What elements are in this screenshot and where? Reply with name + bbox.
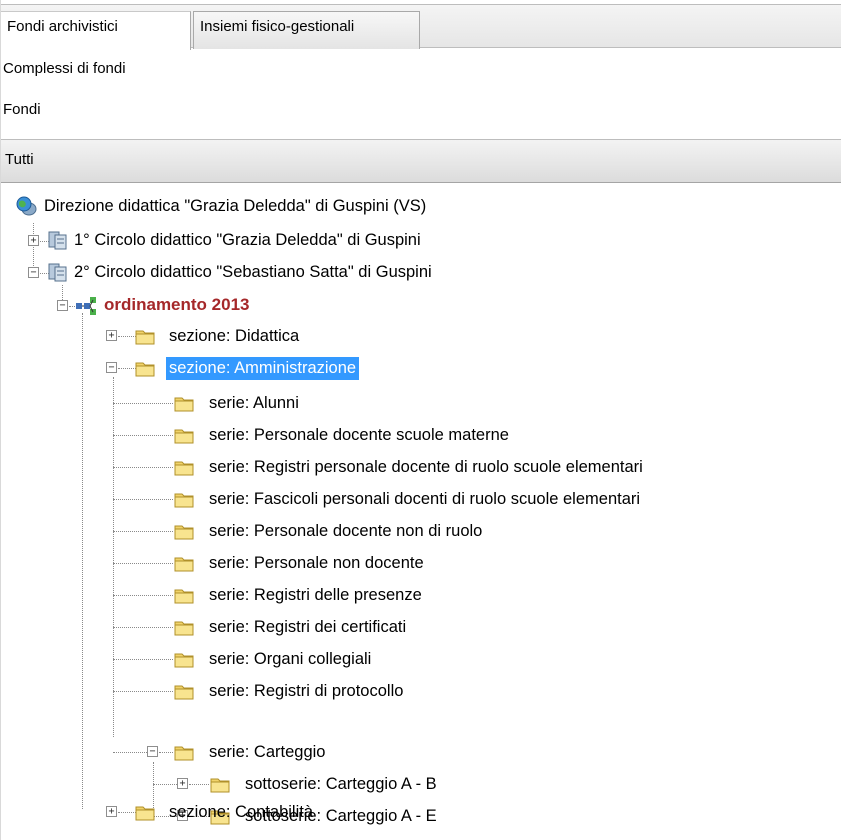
tree-node-label: serie: Registri delle presenze xyxy=(209,585,422,604)
tree-guide-line xyxy=(82,313,83,809)
expand-toggle[interactable]: + xyxy=(106,330,117,341)
tree-node-label: Direzione didattica "Grazia Deledda" di … xyxy=(44,196,427,215)
tree-node-label: serie: Personale docente scuole materne xyxy=(209,425,509,444)
tree-node-serie[interactable]: serie: Personale docente non di ruolo xyxy=(206,516,485,546)
tree-node-sezione-contabilita[interactable]: sezione: Contabilità xyxy=(166,797,316,827)
tree-guide-line xyxy=(159,752,173,753)
collapse-toggle[interactable]: − xyxy=(147,746,158,757)
tree-node-label: sottoserie: Carteggio A - B xyxy=(245,774,437,793)
folder-icon xyxy=(174,746,194,761)
tree-guide-line xyxy=(62,285,63,300)
tree-guide-line xyxy=(113,595,173,596)
tree-node-label: serie: Organi collegiali xyxy=(209,649,372,668)
tree-node-serie[interactable]: serie: Organi collegiali xyxy=(206,644,374,674)
tree-node-label: 2° Circolo didattico "Sebastiano Satta" … xyxy=(74,262,432,281)
filter-tutti[interactable]: Tutti xyxy=(1,139,841,183)
tree-guide-line xyxy=(113,531,173,532)
database-icon xyxy=(48,263,67,282)
folder-icon xyxy=(135,362,155,377)
tree-guide-line xyxy=(113,627,173,628)
tree-node-label: serie: Carteggio xyxy=(209,742,326,761)
tree-node-label: 1° Circolo didattico "Grazia Deledda" di… xyxy=(74,230,421,249)
folder-icon xyxy=(174,653,194,668)
tree-guide-line xyxy=(113,499,173,500)
tree-node-sezione-amministrazione[interactable]: sezione: Amministrazione xyxy=(166,353,360,383)
tab-insiemi-fisico-gestionali[interactable]: Insiemi fisico-gestionali xyxy=(193,11,420,49)
folder-icon xyxy=(174,557,194,572)
tree-node-serie-carteggio[interactable]: serie: Carteggio xyxy=(206,737,328,767)
tree-node-serie[interactable]: serie: Registri personale docente di ruo… xyxy=(206,452,646,482)
tree-node-label: serie: Registri personale docente di ruo… xyxy=(209,457,643,476)
folder-icon xyxy=(174,525,194,540)
globe-database-icon xyxy=(16,196,37,216)
tree-node-label: serie: Personale non docente xyxy=(209,553,424,572)
tree-guide-line xyxy=(113,467,173,468)
archive-browser: Fondi archivistici Insiemi fisico-gestio… xyxy=(0,0,841,840)
tree-node-label: serie: Registri di protocollo xyxy=(209,681,404,700)
folder-icon xyxy=(174,429,194,444)
tree-node-serie[interactable]: serie: Registri di protocollo xyxy=(206,676,406,706)
folder-icon xyxy=(174,397,194,412)
tree-guide-line xyxy=(113,752,147,753)
tree-node-label: ordinamento 2013 xyxy=(104,295,250,314)
filter-complessi-di-fondi[interactable]: Complessi di fondi xyxy=(1,60,126,77)
tree-guide-line xyxy=(113,563,173,564)
tab-bar: Fondi archivistici Insiemi fisico-gestio… xyxy=(1,4,841,50)
tree-node-sezione-didattica[interactable]: sezione: Didattica xyxy=(166,321,302,351)
tree-node-label: sezione: Amministrazione xyxy=(166,356,360,380)
tree-guide-line xyxy=(153,784,177,785)
tree-node-circolo-2[interactable]: 2° Circolo didattico "Sebastiano Satta" … xyxy=(71,257,435,287)
collapse-toggle[interactable]: − xyxy=(57,300,68,311)
tree-node-ordinamento[interactable]: ordinamento 2013 xyxy=(101,290,253,320)
tree-node-label: sezione: Contabilità xyxy=(169,802,314,821)
folder-icon xyxy=(174,685,194,700)
tree-guide-line xyxy=(113,659,173,660)
tree-guide-line xyxy=(113,691,173,692)
expand-toggle[interactable]: + xyxy=(177,778,188,789)
archive-tree: Direzione didattica "Grazia Deledda" di … xyxy=(1,190,841,840)
expand-toggle[interactable]: + xyxy=(28,235,39,246)
tree-node-serie[interactable]: serie: Personale docente scuole materne xyxy=(206,420,512,450)
tree-node-label: serie: Alunni xyxy=(209,393,299,412)
tree-node-serie[interactable]: serie: Alunni xyxy=(206,388,302,418)
hierarchy-icon xyxy=(76,297,96,315)
folder-icon xyxy=(135,330,155,345)
folder-icon xyxy=(174,589,194,604)
folder-icon xyxy=(174,493,194,508)
tree-guide-line xyxy=(113,403,173,404)
expand-toggle[interactable]: + xyxy=(106,806,117,817)
tree-node-label: serie: Fascicoli personali docenti di ru… xyxy=(209,489,641,508)
tree-guide-line xyxy=(189,784,209,785)
collapse-toggle[interactable]: − xyxy=(28,267,39,278)
tree-node-label: serie: Registri dei certificati xyxy=(209,617,407,636)
tree-node-serie[interactable]: serie: Registri delle presenze xyxy=(206,580,425,610)
tree-node-serie[interactable]: serie: Personale non docente xyxy=(206,548,427,578)
tree-node-label: serie: Personale docente non di ruolo xyxy=(209,521,483,540)
folder-icon xyxy=(174,461,194,476)
tree-node-root[interactable]: Direzione didattica "Grazia Deledda" di … xyxy=(41,191,429,221)
folder-icon xyxy=(210,778,230,793)
tab-fondi-archivistici[interactable]: Fondi archivistici xyxy=(1,11,191,50)
database-icon xyxy=(48,231,67,250)
tree-node-sottoserie[interactable]: sottoserie: Carteggio A - B xyxy=(242,769,440,799)
folder-icon xyxy=(135,806,155,821)
tree-node-circolo-1[interactable]: 1° Circolo didattico "Grazia Deledda" di… xyxy=(71,225,424,255)
tree-guide-line xyxy=(113,377,114,737)
filter-fondi[interactable]: Fondi xyxy=(1,101,41,118)
tree-node-serie[interactable]: serie: Fascicoli personali docenti di ru… xyxy=(206,484,643,514)
folder-icon xyxy=(174,621,194,636)
collapse-toggle[interactable]: − xyxy=(106,362,117,373)
tree-guide-line xyxy=(113,435,173,436)
tree-node-serie[interactable]: serie: Registri dei certificati xyxy=(206,612,409,642)
tree-node-label: sezione: Didattica xyxy=(169,326,300,345)
